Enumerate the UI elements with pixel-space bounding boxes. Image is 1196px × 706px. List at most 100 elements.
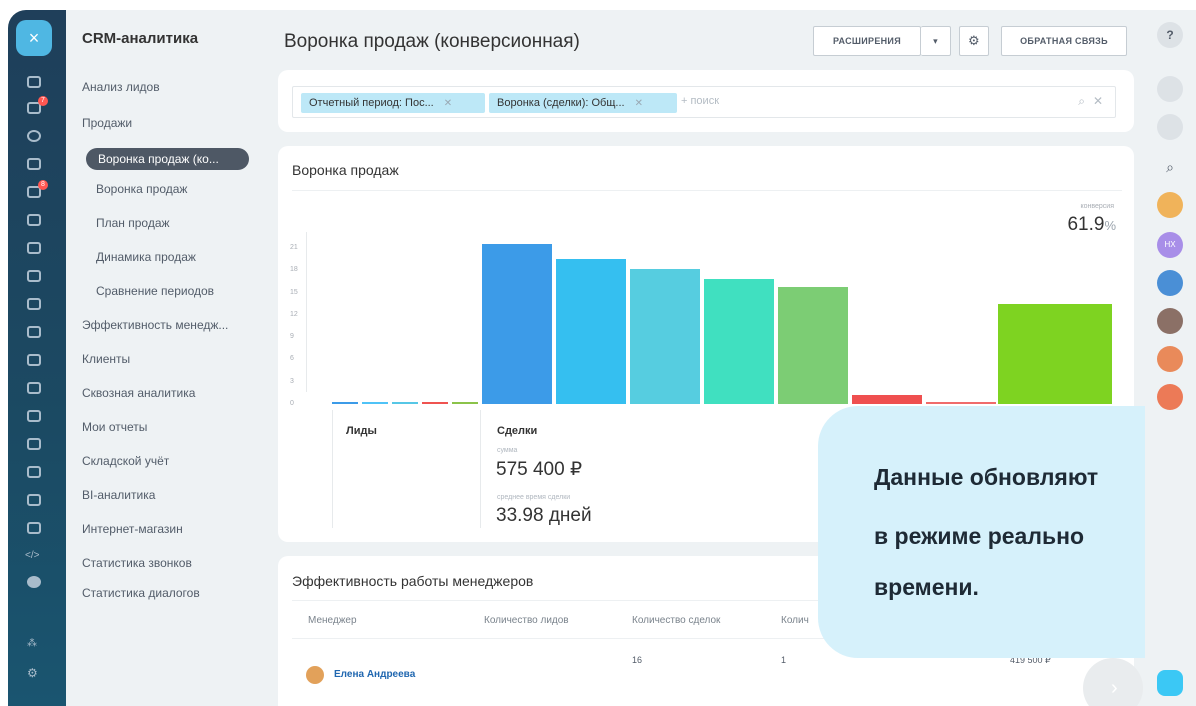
bar-deals-7[interactable]: [998, 303, 1112, 404]
code-icon[interactable]: </>: [25, 550, 45, 562]
drive-icon[interactable]: [27, 354, 41, 366]
help-icon[interactable]: ?: [1157, 22, 1183, 48]
conversion-label: конверсия: [1080, 203, 1114, 210]
feedback-label: ОБРАТНАЯ СВЯЗЬ: [1020, 36, 1108, 46]
y-tick-label: 12: [290, 310, 298, 318]
sitemap-icon[interactable]: ⁂: [27, 638, 41, 650]
sum-label: сумма: [497, 447, 518, 454]
calendar-icon[interactable]: [27, 242, 41, 254]
bar-leads-4[interactable]: [452, 401, 478, 404]
gear-icon[interactable]: ⚙: [27, 666, 41, 680]
messages-icon[interactable]: [1157, 114, 1183, 140]
package-icon[interactable]: [27, 522, 41, 534]
manager-name-link[interactable]: Елена Андреева: [334, 669, 415, 680]
y-tick-label: 6: [290, 355, 294, 363]
document-icon[interactable]: [27, 326, 41, 338]
sidebar-item-warehouse[interactable]: Складской учёт: [82, 454, 169, 468]
contacts-icon[interactable]: [27, 298, 41, 310]
group-chat-icon[interactable]: [1157, 270, 1183, 296]
column-header-deals[interactable]: Количество сделок: [632, 615, 720, 626]
search-input[interactable]: Отчетный период: Пос... ✕ Воронка (сделки…: [292, 86, 1116, 118]
bar-deals-5[interactable]: [852, 395, 922, 404]
extensions-label: РАСШИРЕНИЯ: [833, 36, 901, 46]
sidebar-item-shop[interactable]: Интернет-магазин: [82, 522, 183, 536]
close-icon[interactable]: ×: [16, 20, 52, 56]
group-icon[interactable]: [27, 410, 41, 422]
sidebar-item-bi[interactable]: BI-аналитика: [82, 488, 155, 502]
close-icon[interactable]: ✕: [444, 98, 452, 109]
bar-leads-1[interactable]: [362, 401, 388, 404]
search-icon[interactable]: ⌕: [1157, 154, 1183, 180]
sidebar-item-sales[interactable]: Продажи: [82, 116, 132, 130]
bubble-line-1: Данные обновляют: [874, 464, 1099, 490]
avatar[interactable]: HX: [1157, 232, 1183, 258]
next-arrow-button[interactable]: ›: [1083, 658, 1143, 706]
sidebar-item-compare[interactable]: Сравнение периодов: [96, 284, 214, 298]
bar-deals-3[interactable]: [704, 279, 774, 404]
avatar[interactable]: [1157, 308, 1183, 334]
search-icon[interactable]: ⌕: [1078, 94, 1085, 109]
bar-deals-4[interactable]: [778, 286, 848, 404]
extensions-button[interactable]: РАСШИРЕНИЯ: [813, 26, 921, 56]
bar-deals-1[interactable]: [556, 259, 626, 404]
bar-leads-0[interactable]: [332, 401, 358, 404]
clear-icon[interactable]: ✕: [1093, 94, 1103, 108]
bar-deals-2[interactable]: [630, 268, 700, 404]
sidebar-item-calls[interactable]: Статистика звонков: [82, 556, 192, 570]
feedback-button[interactable]: ОБРАТНАЯ СВЯЗЬ: [1001, 26, 1127, 56]
home-icon[interactable]: [27, 76, 41, 88]
avg-time-value: 33.98 дней: [496, 505, 592, 526]
sidebar-item-funnel-active[interactable]: Воронка продаж (ко...: [86, 148, 249, 170]
bar-leads-2[interactable]: [392, 401, 418, 404]
bar-deals-6[interactable]: [926, 401, 996, 404]
sidebar-item-funnel[interactable]: Воронка продаж: [96, 182, 187, 196]
leads-label: Лиды: [346, 425, 377, 437]
sidebar-item-analytics[interactable]: Сквозная аналитика: [82, 386, 195, 400]
user-icon[interactable]: [1157, 384, 1183, 410]
managers-title: Эффективность работы менеджеров: [292, 573, 534, 589]
column-header-leads[interactable]: Количество лидов: [484, 615, 569, 626]
conversion-number: 61.9: [1067, 214, 1105, 235]
sites-icon[interactable]: [27, 438, 41, 450]
bubble-line-2: в режиме реально: [874, 523, 1085, 549]
box-icon[interactable]: [27, 494, 41, 506]
bell-icon[interactable]: [1157, 76, 1183, 102]
close-icon[interactable]: ✕: [635, 98, 643, 109]
funnel-title: Воронка продаж: [292, 162, 399, 178]
chevron-down-icon[interactable]: [27, 576, 41, 588]
open-lines-icon[interactable]: [1157, 670, 1183, 696]
manager-deals: 16: [632, 655, 643, 665]
sidebar-item-reports[interactable]: Мои отчеты: [82, 420, 147, 434]
sidebar-item-dynamics[interactable]: Динамика продаж: [96, 250, 196, 264]
extensions-dropdown[interactable]: ▾: [921, 26, 951, 56]
filter-chip-period[interactable]: Отчетный период: Пос... ✕: [301, 93, 485, 113]
user-icon[interactable]: [1157, 346, 1183, 372]
sidebar-item-leads[interactable]: Анализ лидов: [82, 80, 160, 94]
settings-button[interactable]: ⚙: [959, 26, 989, 56]
mail-icon[interactable]: [27, 382, 41, 394]
filter-chip-label: Отчетный период: Пос...: [309, 97, 434, 109]
column-header-manager[interactable]: Менеджер: [308, 615, 357, 626]
sidebar-item-clients[interactable]: Клиенты: [82, 352, 130, 366]
y-tick-label: 3: [290, 377, 294, 385]
filter-chip-funnel[interactable]: Воронка (сделки): Общ... ✕: [489, 93, 677, 113]
bar-leads-3[interactable]: [422, 401, 448, 404]
column-header-other[interactable]: Колич: [781, 615, 809, 626]
chat-icon[interactable]: [27, 270, 41, 282]
avatar[interactable]: [1157, 192, 1183, 218]
sidebar-item-efficiency[interactable]: Эффективность менедж...: [82, 318, 228, 332]
bar-deals-0[interactable]: [482, 244, 552, 404]
sidebar-item-plan[interactable]: План продаж: [96, 216, 170, 230]
divider: [332, 410, 333, 528]
sidebar-item-dialogs[interactable]: Статистика диалогов: [82, 586, 200, 600]
cart-icon[interactable]: [27, 158, 41, 170]
target-icon[interactable]: [27, 130, 41, 142]
y-axis-line: [306, 232, 307, 392]
store-icon[interactable]: [27, 466, 41, 478]
right-rail: ? ⌕ HX: [1145, 10, 1196, 706]
conversion-unit: %: [1104, 218, 1116, 233]
puzzle-icon[interactable]: [27, 214, 41, 226]
y-tick-label: 18: [290, 266, 298, 274]
app-title: CRM-аналитика: [82, 30, 199, 47]
sum-value: 575 400 ₽: [496, 459, 583, 480]
